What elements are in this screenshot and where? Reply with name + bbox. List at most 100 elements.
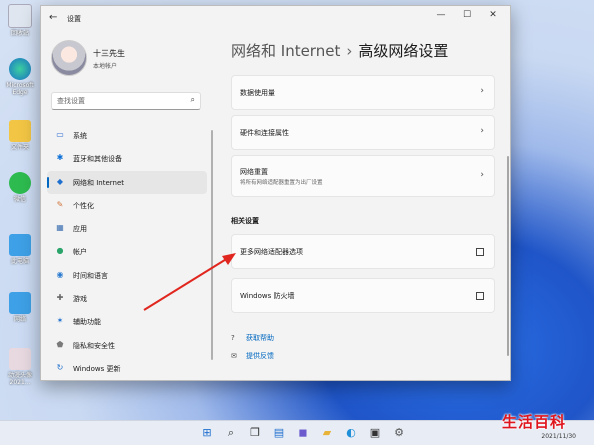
close-button[interactable]: ✕ [484,10,502,20]
desktop-icon-label: 微信 [13,196,26,203]
settings-window: ← 设置 — ☐ ✕ 十三先生 本地帐户 ⌕ ▭ 系统 ✱ 蓝牙和其他设备 ◆ 网络和 I… [40,5,511,381]
profile-name: 十三先生 [93,49,125,58]
desktop-icon-label: 网络 [13,316,26,323]
store-icon[interactable]: ▣ [368,426,382,440]
card-subtitle: 将所有网络适配器重置为出厂设置 [240,180,323,186]
search-icon[interactable]: ⌕ [191,95,195,105]
chevron-right-icon: › [480,126,484,136]
related-settings-heading: 相关设置 [231,217,259,225]
sidebar-item[interactable]: ⬟ 隐私和安全性 [47,334,207,357]
avatar [51,40,87,76]
recycle-bin-icon[interactable]: 回收站 [2,4,38,37]
back-arrow-icon[interactable]: ← [49,12,57,23]
sidebar-item[interactable]: ✚ 游戏 [47,287,207,310]
card-network-reset[interactable]: 网络重置 将所有网络适配器重置为出厂设置 › [231,155,495,197]
image-file-icon[interactable]: 动漫头像2021... [2,348,38,386]
apps-icon: ▦ [56,223,64,233]
edge-desktop-icon[interactable]: Microsoft Edge [2,58,38,96]
wifi-icon: ◆ [56,176,64,186]
task-view-icon[interactable]: ❐ [248,426,262,440]
this-pc-icon[interactable]: 此电脑 [2,234,38,265]
sidebar-item[interactable]: ◉ 时间和语言 [47,264,207,287]
search-box[interactable]: ⌕ [51,92,201,110]
search-input[interactable] [57,95,177,107]
title-bar: ← 设置 — ☐ ✕ [41,6,510,30]
explorer-icon[interactable]: ▰ [320,426,334,440]
bluetooth-icon: ✱ [56,153,64,163]
maximize-button[interactable]: ☐ [458,10,476,20]
sidebar-item[interactable]: ◆ 网络和 Internet [47,170,207,194]
sidebar-item-label: 游戏 [73,295,87,304]
sidebar-item-label: 辅助功能 [73,318,101,327]
settings-icon[interactable]: ⚙ [392,426,406,440]
card-windows-firewall[interactable]: Windows 防火墙 [231,278,495,313]
sidebar-item[interactable]: ↻ Windows 更新 [47,357,207,380]
start-icon[interactable]: ⊞ [200,426,214,440]
desktop-icons: 回收站 Microsoft Edge 文件夹 微信 此电脑 网络 动漫头像202… [0,0,40,420]
get-help-link[interactable]: ? 获取帮助 [231,333,274,343]
brush-icon: ✎ [56,199,64,209]
sidebar-item-label: 时间和语言 [73,271,108,280]
sidebar-item-label: 蓝牙和其他设备 [73,155,122,164]
sidebar-item-label: 应用 [73,225,87,234]
sidebar-item[interactable]: ▦ 应用 [47,217,207,240]
navigation-pane: 十三先生 本地帐户 ⌕ ▭ 系统 ✱ 蓝牙和其他设备 ◆ 网络和 Internet ✎ 个性化… [41,30,213,380]
network-icon[interactable]: 网络 [2,292,38,323]
sidebar-item[interactable]: ● 帐户 [47,240,207,263]
profile-account-type: 本地帐户 [93,63,118,70]
external-link-icon [476,292,484,300]
nav-scrollbar[interactable] [211,130,213,360]
desktop-icon-label: 动漫头像2021... [7,372,32,386]
external-link-icon [476,248,484,256]
desktop-icon-label: 文件夹 [10,144,29,151]
sidebar-item-label: Windows 更新 [73,364,121,373]
give-feedback-link[interactable]: ✉ 提供反馈 [231,351,274,361]
get-help-label: 获取帮助 [246,334,274,342]
card-hardware-properties[interactable]: 硬件和连接属性 › [231,115,495,150]
gamepad-icon: ✚ [56,293,64,303]
account-icon: ● [56,246,64,256]
breadcrumb-parent[interactable]: 网络和 Internet [231,42,340,60]
card-title: Windows 防火墙 [240,292,295,300]
sidebar-item[interactable]: ▭ 系统 [47,124,207,147]
watermark-logo: 生活百科 [502,413,567,431]
chevron-right-icon: › [480,170,484,180]
card-title: 网络重置 [240,168,268,176]
card-title: 数据使用量 [240,89,275,97]
monitor-icon: ▭ [56,130,64,139]
breadcrumb: 网络和 Internet › 高级网络设置 [231,40,448,61]
sidebar-item[interactable]: ✱ 蓝牙和其他设备 [47,147,207,170]
search-icon[interactable]: ⌕ [224,426,238,440]
sidebar-item-label: 个性化 [73,201,94,210]
card-title: 更多网络适配器选项 [240,248,303,256]
sidebar-item-label: 系统 [73,132,87,140]
breadcrumb-separator: › [346,42,353,60]
widgets-icon[interactable]: ▤ [272,426,286,440]
card-data-usage[interactable]: 数据使用量 › [231,75,495,110]
folder-icon[interactable]: 文件夹 [2,120,38,151]
sidebar-item[interactable]: ✎ 个性化 [47,194,207,217]
update-icon: ↻ [56,362,64,372]
sidebar-item[interactable]: ✶ 辅助功能 [47,310,207,333]
help-icon: ? [231,334,235,342]
desktop-icon-label: 回收站 [10,30,29,37]
window-title: 设置 [67,15,81,23]
minimize-button[interactable]: — [432,10,450,20]
card-more-adapter-options[interactable]: 更多网络适配器选项 [231,234,495,269]
card-title: 硬件和连接属性 [240,129,289,137]
chevron-right-icon: › [480,86,484,96]
desktop-icon-label: Microsoft Edge [6,82,34,96]
sidebar-item-label: 网络和 Internet [73,178,125,187]
wechat-icon[interactable]: 微信 [2,172,38,203]
user-profile[interactable]: 十三先生 本地帐户 [51,40,211,82]
desktop-icon-label: 此电脑 [10,258,29,265]
nav-list: ▭ 系统 ✱ 蓝牙和其他设备 ◆ 网络和 Internet ✎ 个性化 ▦ 应用 ● 帐户 ◉ 时间和语言… [47,124,207,380]
sidebar-item-label: 隐私和安全性 [73,341,115,350]
sidebar-item-label: 帐户 [73,248,87,257]
edge-icon[interactable]: ◐ [344,426,358,440]
chat-icon[interactable]: ◼ [296,426,310,440]
content-scrollbar[interactable] [507,156,509,356]
give-feedback-label: 提供反馈 [246,352,274,360]
page-title: 高级网络设置 [358,42,449,60]
feedback-icon: ✉ [231,352,237,360]
